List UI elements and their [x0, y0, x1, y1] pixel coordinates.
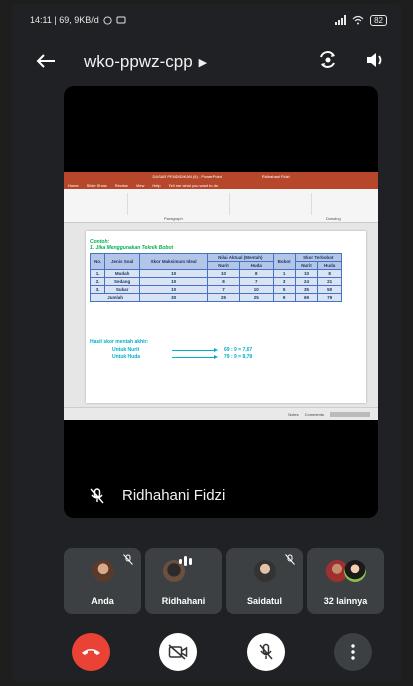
arrow-right-icon [172, 347, 218, 352]
shared-presentation: DASAR PENDIDIKAN (II) - PowerPoint Ridha… [64, 172, 378, 420]
mic-off-icon [259, 643, 273, 660]
arrow-right-icon [172, 354, 218, 359]
result-title: Hasil skor mentah akhir: [90, 339, 149, 345]
status-time: 14:11 | 69, 9KB/d [30, 15, 99, 25]
whatsapp-icon [103, 15, 112, 25]
camera-off-icon [168, 644, 188, 660]
status-bar: 14:11 | 69, 9KB/d 82 [12, 4, 401, 36]
hangup-icon [82, 649, 100, 655]
speaker-name: Ridhahani Fidzi [122, 487, 226, 504]
result-row-1: Untuk Nurit 69 : 9 = 7,67 [112, 347, 253, 353]
more-vertical-icon [351, 644, 355, 660]
avatar [253, 560, 276, 582]
zoom-slider [330, 411, 370, 417]
back-arrow-icon[interactable] [36, 48, 70, 76]
active-speaker-label: Ridhahani Fidzi [90, 487, 225, 504]
meeting-code: wko-ppwz-cpp [84, 52, 193, 71]
participant-strip: Anda Ridhahani Saidatul 32 lainnya [64, 548, 384, 614]
slide: Contoh: 1. Jika Menggunakan Teknik Bobot… [86, 231, 366, 403]
participant-tile-saidatul[interactable]: Saidatul [226, 548, 303, 614]
result-row-2: Untuk Huda 79 : 9 = 8,78 [112, 354, 253, 360]
slide-subheading: 1. Jika Menggunakan Teknik Bobot [90, 245, 174, 251]
slide-canvas: Contoh: 1. Jika Menggunakan Teknik Bobot… [64, 223, 378, 407]
ppt-titlebar: DASAR PENDIDIKAN (II) - PowerPoint Ridha… [64, 172, 378, 181]
mic-off-icon [123, 554, 133, 565]
table-row: 2. Sedang 10 8 7 3 24 21 [89, 277, 342, 286]
camera-toggle-button[interactable] [159, 633, 198, 671]
more-options-button[interactable] [333, 633, 372, 671]
wifi-icon [352, 15, 364, 25]
meeting-title-button[interactable]: wko-ppwz-cpp ▶ [84, 52, 207, 72]
participant-tile-self[interactable]: Anda [64, 548, 141, 614]
participant-name: 32 lainnya [323, 596, 368, 606]
notification-icon [116, 16, 126, 23]
participant-tile-ridhahani[interactable]: Ridhahani [145, 548, 222, 614]
ppt-ribbon: Paragraph Drawing [64, 189, 378, 223]
app-frame: 14:11 | 69, 9KB/d 82 wko-ppwz-cpp ▶ DASA… [12, 4, 401, 682]
signal-icon [335, 15, 347, 25]
battery-indicator: 82 [370, 14, 387, 26]
speaking-indicator-icon [179, 556, 192, 566]
mic-toggle-button[interactable] [246, 633, 285, 671]
main-video-stage[interactable]: DASAR PENDIDIKAN (II) - PowerPoint Ridha… [64, 86, 378, 518]
mic-off-icon [285, 554, 295, 565]
end-call-button[interactable] [72, 633, 110, 671]
speaker-volume-icon[interactable] [365, 51, 385, 74]
participant-name: Ridhahani [161, 596, 206, 606]
switch-camera-icon[interactable] [317, 50, 339, 74]
mic-off-icon [90, 487, 104, 503]
ppt-menu: Home Slide Show Review View Help Tell me… [64, 181, 378, 189]
ppt-statusbar: Notes Comments [64, 407, 378, 420]
table-row: 3. Sukar 10 7 10 5 35 50 [89, 285, 342, 294]
call-controls [72, 632, 372, 672]
table-row: 1. Mudah 10 10 8 1 10 8 [89, 269, 342, 278]
avatar [91, 560, 114, 582]
participant-name: Saidatul [246, 596, 282, 606]
avatar-group [325, 560, 366, 582]
score-table: No. Jenis Soal Skor Maksimum Ideal Nilai… [89, 253, 343, 302]
participant-name: Anda [91, 596, 114, 606]
table-total-row: Jumlah 30 25 25 9 69 79 [89, 293, 342, 302]
participant-tile-others[interactable]: 32 lainnya [307, 548, 384, 614]
meeting-header: wko-ppwz-cpp ▶ [12, 42, 401, 82]
caret-right-icon: ▶ [198, 56, 208, 69]
